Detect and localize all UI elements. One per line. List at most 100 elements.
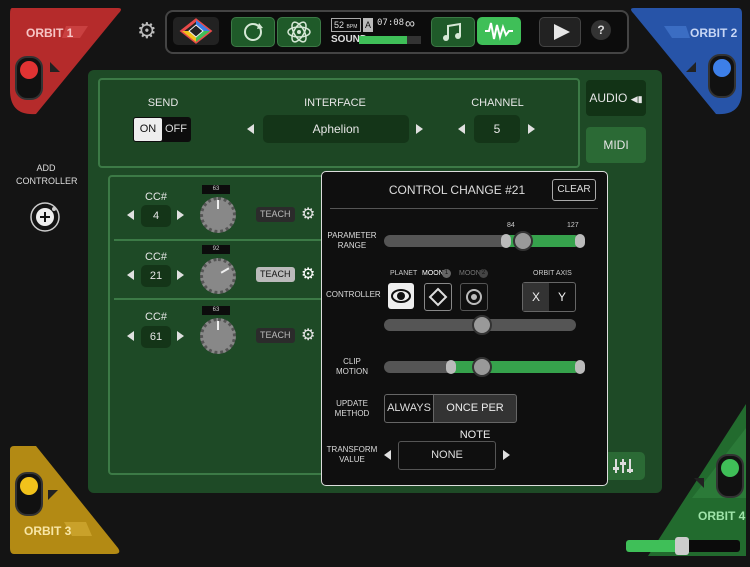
- play-icon: [554, 24, 570, 40]
- atom-mode-button[interactable]: [277, 17, 321, 47]
- mode-letter: A: [364, 20, 371, 30]
- loop-circle-icon: [244, 23, 263, 41]
- planet-orbit-icon: [391, 289, 411, 303]
- add-controller-line1: ADD: [36, 163, 56, 173]
- cc-prev-arrow[interactable]: [127, 331, 134, 341]
- update-method-label: UPDATE METHOD: [326, 399, 378, 419]
- moon-2-button[interactable]: [460, 283, 488, 311]
- transform-next-arrow[interactable]: [503, 450, 510, 460]
- cc-field[interactable]: 61: [141, 326, 171, 348]
- help-button[interactable]: ?: [591, 20, 611, 40]
- clip-motion-thumb[interactable]: [472, 357, 492, 377]
- knob-pointer: [217, 200, 219, 209]
- planet-button[interactable]: [388, 283, 414, 309]
- channel-prev-arrow[interactable]: [458, 124, 465, 134]
- cc-next-arrow[interactable]: [177, 331, 184, 341]
- add-orbit-icon: [30, 202, 60, 232]
- moon-1-button[interactable]: [424, 283, 452, 311]
- cc-field[interactable]: 21: [141, 265, 171, 287]
- teach-button[interactable]: TEACH: [256, 207, 295, 222]
- range-position-thumb[interactable]: [513, 231, 533, 251]
- orbit-3-arrow-icon: [48, 490, 58, 500]
- cc-next-arrow[interactable]: [177, 210, 184, 220]
- axis-y-button[interactable]: Y: [549, 283, 575, 311]
- cc-prev-arrow[interactable]: [127, 270, 134, 280]
- orbit-4-toggle[interactable]: [716, 454, 744, 498]
- transform-value-label: TRANSFORM VALUE: [326, 445, 378, 465]
- clip-motion-max-handle[interactable]: [575, 360, 585, 374]
- send-toggle[interactable]: ON OFF: [133, 117, 191, 142]
- orbit-3-toggle[interactable]: [15, 472, 43, 516]
- clip-motion-min-handle[interactable]: [446, 360, 456, 374]
- parameter-range-slider[interactable]: [384, 235, 580, 247]
- clear-button[interactable]: CLEAR: [552, 179, 596, 201]
- orbit-2-label: ORBIT 2: [690, 26, 738, 40]
- moon-orbit-icon: [466, 289, 482, 305]
- orbit-4-toggle-dot: [721, 459, 739, 477]
- knob-value: 92: [202, 245, 230, 254]
- controller-settings-gear-icon[interactable]: ⚙: [301, 264, 315, 284]
- range-min-handle[interactable]: [501, 234, 511, 248]
- bpm-value: 52: [334, 20, 345, 30]
- orbit-1-label: ORBIT 1: [26, 26, 74, 40]
- clip-motion-line1: CLIP: [343, 357, 361, 366]
- range-max-handle[interactable]: [575, 234, 585, 248]
- orbit-4-slider-thumb[interactable]: [674, 537, 689, 555]
- cc-knob[interactable]: [200, 258, 236, 294]
- controller-settings-gear-icon[interactable]: ⚙: [301, 325, 315, 345]
- controller-label: CONTROLLER: [326, 290, 381, 299]
- send-off-button[interactable]: OFF: [162, 118, 190, 141]
- sound-meter-fill: [359, 36, 408, 44]
- bpm-unit: BPM: [346, 24, 358, 30]
- music-note-button[interactable]: [431, 17, 475, 47]
- cc-label: CC#: [144, 311, 167, 323]
- orbit-4-slider[interactable]: [626, 537, 740, 555]
- tab-midi-label: MIDI: [603, 138, 629, 152]
- orbit-4-label: ORBIT 4: [698, 509, 746, 523]
- diamond-icon: [428, 287, 448, 307]
- orbit-4-arrow-icon: [694, 478, 704, 488]
- interface-field[interactable]: Aphelion: [263, 115, 409, 143]
- orbit-2-toggle-dot: [713, 59, 731, 77]
- controller-settings-gear-icon[interactable]: ⚙: [301, 204, 315, 224]
- transform-prev-arrow[interactable]: [384, 450, 391, 460]
- status-display: 52 BPM A 07:08 ∞ SOUND: [329, 15, 423, 46]
- interface-prev-arrow[interactable]: [247, 124, 254, 134]
- parameter-range-label: PARAMETER RANGE: [326, 231, 378, 251]
- orbit-2-toggle[interactable]: [708, 54, 736, 98]
- interface-next-arrow[interactable]: [416, 124, 423, 134]
- range-max-value: 127: [567, 222, 579, 229]
- transform-value-field[interactable]: NONE: [398, 441, 496, 470]
- clip-motion-label: CLIP MOTION: [326, 357, 378, 377]
- play-button[interactable]: [539, 17, 581, 47]
- orbit-1-toggle[interactable]: [15, 56, 43, 100]
- tab-midi[interactable]: MIDI: [586, 127, 646, 163]
- channel-field[interactable]: 5: [474, 115, 520, 143]
- cube-view-button[interactable]: [173, 17, 219, 45]
- orbit-1-toggle-dot: [20, 61, 38, 79]
- loop-infinity-icon: ∞: [405, 15, 415, 31]
- axis-x-button[interactable]: X: [523, 283, 549, 311]
- cc-prev-arrow[interactable]: [127, 210, 134, 220]
- orbit-axis-toggle[interactable]: X Y: [522, 282, 576, 312]
- controller-slider-thumb[interactable]: [472, 315, 492, 335]
- send-on-button[interactable]: ON: [134, 118, 162, 141]
- waveform-button[interactable]: [477, 17, 521, 45]
- cc-field[interactable]: 4: [141, 205, 171, 227]
- update-always-button[interactable]: ALWAYS: [384, 394, 434, 423]
- cc-label: CC#: [144, 191, 167, 203]
- loop-mode-button[interactable]: [231, 17, 275, 47]
- controller-divider-2: [114, 298, 334, 300]
- teach-button[interactable]: TEACH: [256, 328, 295, 343]
- update-once-per-note-button[interactable]: ONCE PER NOTE: [433, 394, 517, 441]
- tab-audio[interactable]: AUDIO ◀▮: [586, 80, 646, 116]
- top-toolbar: 52 BPM A 07:08 ∞ SOUND: [165, 10, 629, 54]
- channel-next-arrow[interactable]: [528, 124, 535, 134]
- time-readout: 07:08: [377, 18, 405, 28]
- transform-value-line2: VALUE: [339, 455, 365, 464]
- teach-button[interactable]: TEACH: [256, 267, 295, 282]
- cc-next-arrow[interactable]: [177, 270, 184, 280]
- moon-2-label: MOON: [459, 270, 481, 277]
- add-controller-button[interactable]: [29, 201, 61, 233]
- settings-gear-icon[interactable]: ⚙: [137, 18, 157, 44]
